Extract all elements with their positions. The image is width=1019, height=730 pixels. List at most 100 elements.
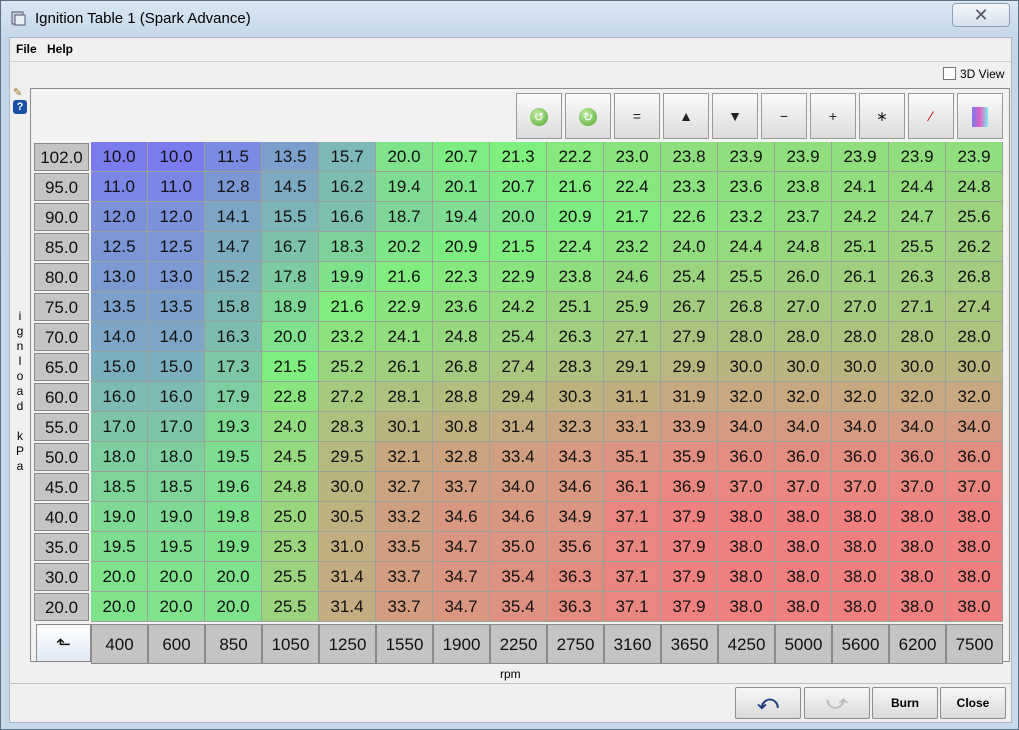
table-cell[interactable]: 25.6: [946, 202, 1003, 232]
table-cell[interactable]: 36.3: [547, 562, 604, 592]
table-cell[interactable]: 25.9: [604, 292, 661, 322]
table-cell[interactable]: 34.0: [946, 412, 1003, 442]
table-cell[interactable]: 19.0: [148, 502, 205, 532]
table-cell[interactable]: 32.0: [832, 382, 889, 412]
table-cell[interactable]: 14.1: [205, 202, 262, 232]
color-scale-button[interactable]: [957, 93, 1003, 139]
table-cell[interactable]: 19.9: [319, 262, 376, 292]
3d-view-checkbox[interactable]: [943, 67, 956, 80]
table-cell[interactable]: 24.8: [433, 322, 490, 352]
column-header[interactable]: 400: [91, 624, 148, 664]
table-cell[interactable]: 23.0: [604, 142, 661, 172]
table-cell[interactable]: 20.2: [376, 232, 433, 262]
column-header[interactable]: 600: [148, 624, 205, 664]
table-cell[interactable]: 38.0: [889, 502, 946, 532]
table-cell[interactable]: 28.1: [376, 382, 433, 412]
table-cell[interactable]: 32.0: [718, 382, 775, 412]
table-cell[interactable]: 26.2: [946, 232, 1003, 262]
table-cell[interactable]: 20.1: [433, 172, 490, 202]
table-cell[interactable]: 24.1: [832, 172, 889, 202]
table-cell[interactable]: 29.5: [319, 442, 376, 472]
table-cell[interactable]: 11.0: [91, 172, 148, 202]
table-cell[interactable]: 21.7: [604, 202, 661, 232]
table-cell[interactable]: 18.0: [148, 442, 205, 472]
table-cell[interactable]: 23.7: [775, 202, 832, 232]
table-cell[interactable]: 36.0: [775, 442, 832, 472]
help-icon[interactable]: ?: [13, 100, 27, 114]
table-cell[interactable]: 38.0: [889, 562, 946, 592]
table-cell[interactable]: 23.9: [718, 142, 775, 172]
3d-view-toggle[interactable]: 3D View: [943, 67, 1004, 81]
table-cell[interactable]: 23.6: [433, 292, 490, 322]
row-header[interactable]: 102.0: [34, 143, 89, 171]
table-cell[interactable]: 30.0: [718, 352, 775, 382]
table-cell[interactable]: 22.4: [604, 172, 661, 202]
table-cell[interactable]: 37.0: [946, 472, 1003, 502]
table-cell[interactable]: 34.3: [547, 442, 604, 472]
table-cell[interactable]: 33.5: [376, 532, 433, 562]
column-header[interactable]: 2250: [490, 624, 547, 664]
table-cell[interactable]: 35.0: [490, 532, 547, 562]
table-cell[interactable]: 20.0: [376, 142, 433, 172]
table-cell[interactable]: 26.1: [376, 352, 433, 382]
row-header[interactable]: 30.0: [34, 563, 89, 591]
row-header[interactable]: 85.0: [34, 233, 89, 261]
table-cell[interactable]: 24.2: [832, 202, 889, 232]
table-cell[interactable]: 20.0: [205, 592, 262, 622]
table-cell[interactable]: 38.0: [946, 592, 1003, 622]
row-header[interactable]: 70.0: [34, 323, 89, 351]
table-cell[interactable]: 18.5: [148, 472, 205, 502]
table-cell[interactable]: 25.0: [262, 502, 319, 532]
table-cell[interactable]: 31.4: [319, 592, 376, 622]
column-header[interactable]: 1050: [262, 624, 319, 664]
table-cell[interactable]: 37.0: [718, 472, 775, 502]
table-cell[interactable]: 36.0: [889, 442, 946, 472]
table-cell[interactable]: 30.1: [376, 412, 433, 442]
table-cell[interactable]: 29.1: [604, 352, 661, 382]
table-cell[interactable]: 34.0: [889, 412, 946, 442]
burn-button[interactable]: Burn: [872, 687, 938, 719]
table-cell[interactable]: 23.8: [547, 262, 604, 292]
table-cell[interactable]: 28.0: [775, 322, 832, 352]
row-header[interactable]: 40.0: [34, 503, 89, 531]
row-header[interactable]: 75.0: [34, 293, 89, 321]
column-header[interactable]: 5000: [775, 624, 832, 664]
column-header[interactable]: 2750: [547, 624, 604, 664]
table-cell[interactable]: 19.9: [205, 532, 262, 562]
table-cell[interactable]: 36.0: [832, 442, 889, 472]
table-cell[interactable]: 23.8: [775, 172, 832, 202]
table-cell[interactable]: 33.9: [661, 412, 718, 442]
table-cell[interactable]: 24.1: [376, 322, 433, 352]
table-cell[interactable]: 20.0: [148, 592, 205, 622]
table-cell[interactable]: 15.7: [319, 142, 376, 172]
table-cell[interactable]: 33.7: [433, 472, 490, 502]
table-cell[interactable]: 20.0: [91, 562, 148, 592]
table-cell[interactable]: 30.0: [832, 352, 889, 382]
table-cell[interactable]: 12.8: [205, 172, 262, 202]
table-cell[interactable]: 35.9: [661, 442, 718, 472]
column-header[interactable]: 5600: [832, 624, 889, 664]
table-cell[interactable]: 26.8: [718, 292, 775, 322]
table-cell[interactable]: 37.9: [661, 592, 718, 622]
table-cell[interactable]: 37.1: [604, 502, 661, 532]
row-header[interactable]: 55.0: [34, 413, 89, 441]
table-cell[interactable]: 22.3: [433, 262, 490, 292]
table-cell[interactable]: 25.3: [262, 532, 319, 562]
table-cell[interactable]: 26.7: [661, 292, 718, 322]
row-header[interactable]: 80.0: [34, 263, 89, 291]
table-cell[interactable]: 19.0: [91, 502, 148, 532]
table-cell[interactable]: 32.0: [775, 382, 832, 412]
table-cell[interactable]: 38.0: [832, 562, 889, 592]
plus-button[interactable]: +: [810, 93, 856, 139]
table-cell[interactable]: 23.9: [832, 142, 889, 172]
table-cell[interactable]: 30.0: [319, 472, 376, 502]
table-cell[interactable]: 24.4: [718, 232, 775, 262]
table-cell[interactable]: 20.9: [547, 202, 604, 232]
table-cell[interactable]: 32.0: [946, 382, 1003, 412]
table-cell[interactable]: 33.7: [376, 592, 433, 622]
table-cell[interactable]: 12.5: [148, 232, 205, 262]
table-cell[interactable]: 37.0: [832, 472, 889, 502]
table-cell[interactable]: 23.6: [718, 172, 775, 202]
table-cell[interactable]: 27.0: [775, 292, 832, 322]
table-cell[interactable]: 37.0: [775, 472, 832, 502]
